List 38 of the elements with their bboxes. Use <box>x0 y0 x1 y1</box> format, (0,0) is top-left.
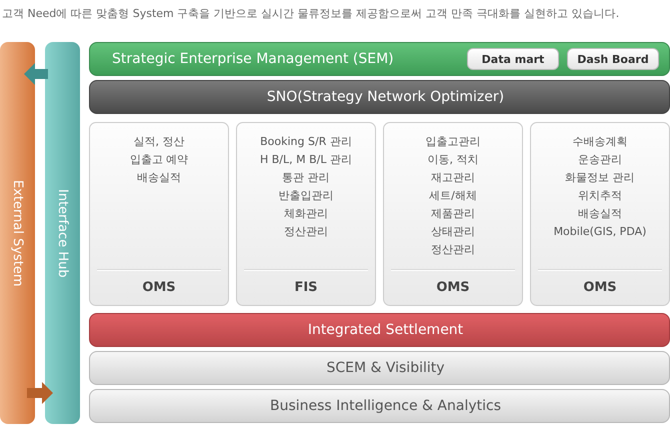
module-item: 입출고 예약 <box>130 152 188 168</box>
module-label: OMS <box>583 279 617 297</box>
module-item: 운송관리 <box>578 152 622 168</box>
module-label: FIS <box>294 279 318 297</box>
module-item: 제품관리 <box>431 206 475 222</box>
module-item: 수배송계획 <box>572 134 628 150</box>
bar-label: Strategic Enterprise Management (SEM) <box>112 51 394 67</box>
column-label: External System <box>10 180 25 286</box>
module-item: 정산관리 <box>284 224 328 240</box>
intro-text: 고객 Need에 따른 맞춤형 System 구축을 기반으로 실시간 물류정보를 제공함으로써 고객 만족 극대화를 실현하고 있습니다. <box>2 6 620 22</box>
module-item: 재고관리 <box>431 170 475 186</box>
bar-button[interactable]: Dash Board <box>567 48 659 70</box>
right-arrow-icon <box>27 382 53 404</box>
module-item: Mobile(GIS, PDA) <box>554 224 646 240</box>
module-item: 화물정보 관리 <box>565 170 635 186</box>
bar-label: SNO(Strategy Network Optimizer) <box>266 89 504 105</box>
module-item: 상태관리 <box>431 224 475 240</box>
left-arrow-icon <box>24 63 48 85</box>
module-item: 배송실적 <box>578 206 622 222</box>
module-item: 체화관리 <box>284 206 328 222</box>
module-item: 입출고관리 <box>426 134 480 150</box>
module-label: OMS <box>436 279 470 297</box>
module-item: 위치추적 <box>578 188 622 204</box>
module-item: 배송실적 <box>137 170 181 186</box>
module-label: OMS <box>142 279 176 297</box>
module-item: 이동, 적치 <box>428 152 478 168</box>
module-item: 통관 관리 <box>282 170 330 186</box>
module-item: 세트/해체 <box>429 188 477 204</box>
module-item: H B/L, M B/L 관리 <box>260 152 352 168</box>
bar-label: SCEM & Visibility <box>326 360 445 376</box>
bar-button[interactable]: Data mart <box>467 48 559 70</box>
column-label: Interface Hub <box>55 188 70 278</box>
module-item: Booking S/R 관리 <box>260 134 352 150</box>
bar-label: Business Intelligence & Analytics <box>270 398 502 414</box>
bar-label: Integrated Settlement <box>308 322 464 338</box>
module-item: 정산관리 <box>431 242 475 258</box>
module-item: 실적, 정산 <box>134 134 184 150</box>
module-item: 반출입관리 <box>278 188 334 204</box>
